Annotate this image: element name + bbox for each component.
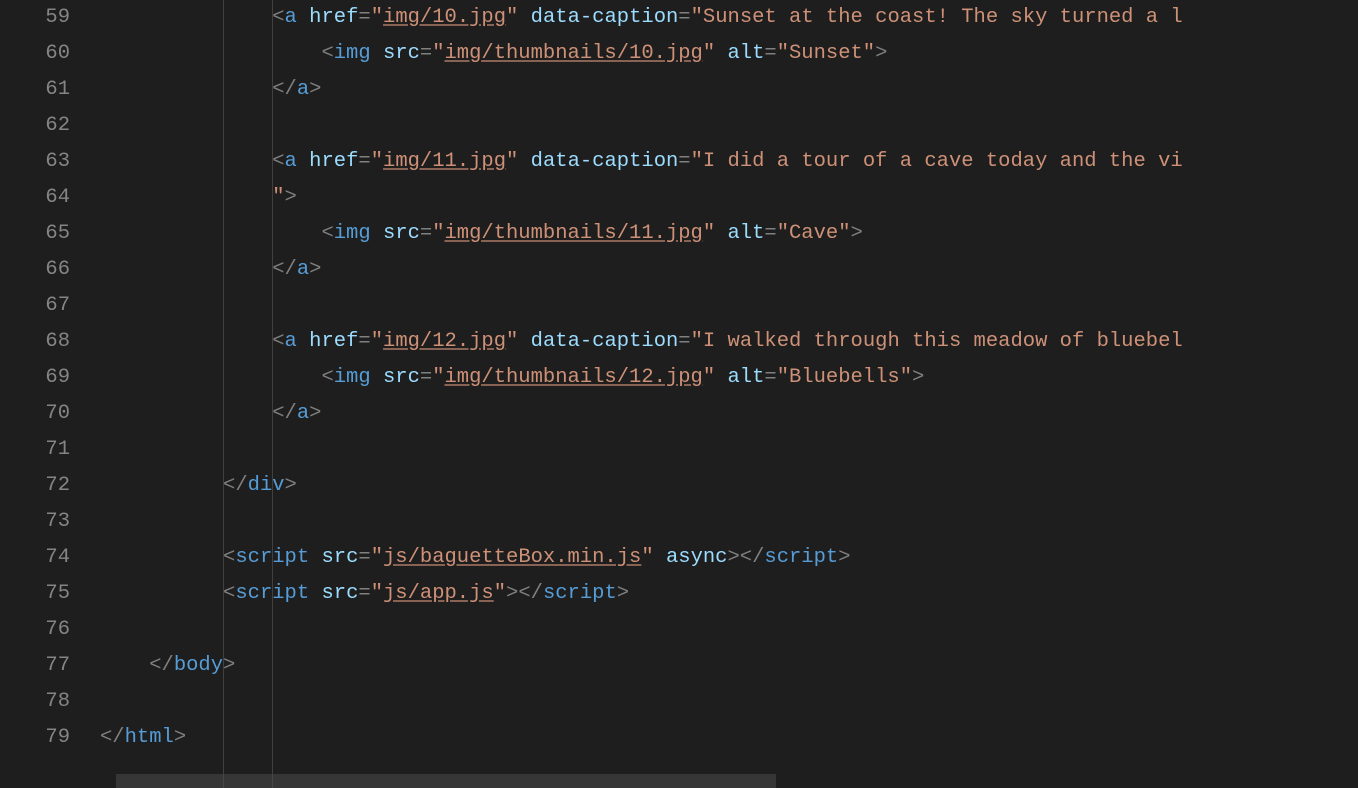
code-line[interactable]: </div> xyxy=(100,468,1358,504)
line-number: 61 xyxy=(0,72,70,108)
indent-guide xyxy=(272,0,273,788)
line-number: 71 xyxy=(0,432,70,468)
line-number: 69 xyxy=(0,360,70,396)
line-number: 74 xyxy=(0,540,70,576)
code-line[interactable]: "> xyxy=(100,180,1358,216)
line-number: 77 xyxy=(0,648,70,684)
code-line[interactable]: <img src="img/thumbnails/11.jpg" alt="Ca… xyxy=(100,216,1358,252)
code-line[interactable]: <a href="img/11.jpg" data-caption="I did… xyxy=(100,144,1358,180)
horizontal-scrollbar[interactable] xyxy=(116,774,776,788)
code-line[interactable]: <a href="img/12.jpg" data-caption="I wal… xyxy=(100,324,1358,360)
code-line[interactable]: <img src="img/thumbnails/12.jpg" alt="Bl… xyxy=(100,360,1358,396)
code-line[interactable]: </html> xyxy=(100,720,1358,756)
code-line[interactable]: </a> xyxy=(100,252,1358,288)
line-number: 68 xyxy=(0,324,70,360)
line-number: 63 xyxy=(0,144,70,180)
line-number: 65 xyxy=(0,216,70,252)
code-line[interactable]: <a href="img/10.jpg" data-caption="Sunse… xyxy=(100,0,1358,36)
line-number: 75 xyxy=(0,576,70,612)
code-line[interactable]: <script src="js/app.js"></script> xyxy=(100,576,1358,612)
line-number: 78 xyxy=(0,684,70,720)
code-line[interactable]: </a> xyxy=(100,396,1358,432)
line-number-gutter: 5960616263646566676869707172737475767778… xyxy=(0,0,100,788)
line-number: 62 xyxy=(0,108,70,144)
code-line[interactable]: <script src="js/baguetteBox.min.js" asyn… xyxy=(100,540,1358,576)
indent-guide xyxy=(223,0,224,788)
line-number: 79 xyxy=(0,720,70,756)
code-line[interactable]: </body> xyxy=(100,648,1358,684)
line-number: 66 xyxy=(0,252,70,288)
code-line[interactable] xyxy=(100,432,1358,468)
code-line[interactable] xyxy=(100,504,1358,540)
code-line[interactable] xyxy=(100,108,1358,144)
code-line[interactable]: </a> xyxy=(100,72,1358,108)
line-number: 59 xyxy=(0,0,70,36)
code-line[interactable] xyxy=(100,288,1358,324)
code-line[interactable] xyxy=(100,684,1358,720)
line-number: 76 xyxy=(0,612,70,648)
code-editor[interactable]: 5960616263646566676869707172737475767778… xyxy=(0,0,1358,788)
line-number: 72 xyxy=(0,468,70,504)
line-number: 67 xyxy=(0,288,70,324)
line-number: 73 xyxy=(0,504,70,540)
code-line[interactable] xyxy=(100,612,1358,648)
code-line[interactable]: <img src="img/thumbnails/10.jpg" alt="Su… xyxy=(100,36,1358,72)
line-number: 70 xyxy=(0,396,70,432)
line-number: 60 xyxy=(0,36,70,72)
code-area[interactable]: <a href="img/10.jpg" data-caption="Sunse… xyxy=(100,0,1358,788)
line-number: 64 xyxy=(0,180,70,216)
